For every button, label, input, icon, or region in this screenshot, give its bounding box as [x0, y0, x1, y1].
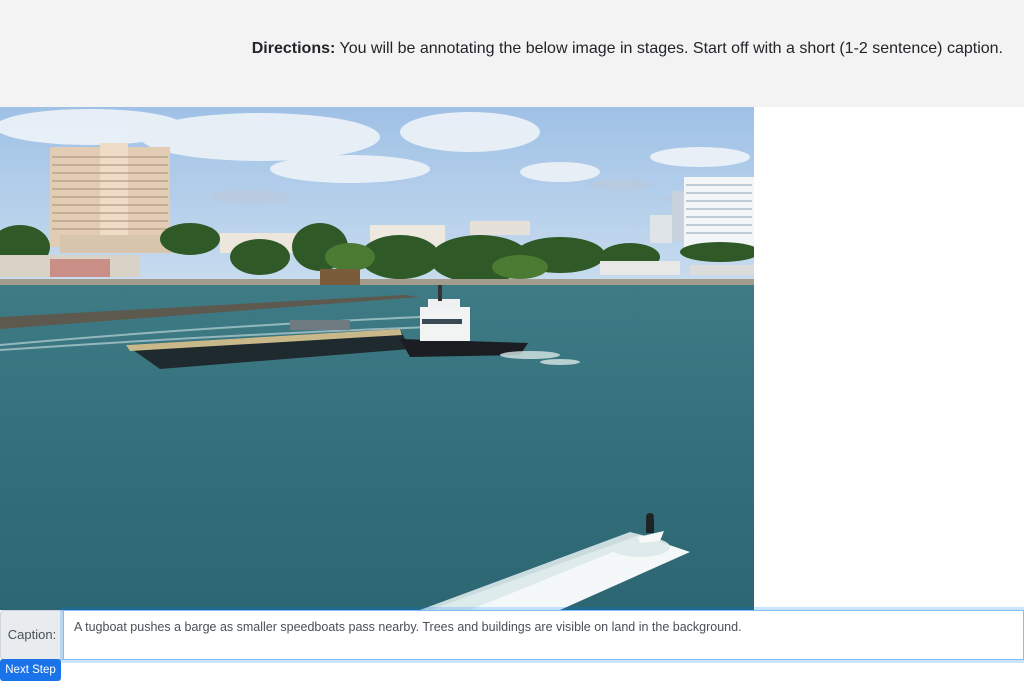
directions-label: Directions:: [251, 40, 336, 57]
caption-label: Caption:: [0, 610, 63, 660]
next-step-button[interactable]: Next Step: [0, 659, 61, 681]
directions-bar: Directions: You will be annotating the b…: [0, 0, 1024, 107]
directions-body: You will be annotating the below image i…: [335, 40, 1003, 57]
caption-input[interactable]: A tugboat pushes a barge as smaller spee…: [63, 610, 1024, 660]
directions-text: Directions: You will be annotating the b…: [252, 39, 1003, 59]
caption-row: Caption: A tugboat pushes a barge as sma…: [0, 610, 1024, 660]
harbor-photo: [0, 107, 754, 610]
